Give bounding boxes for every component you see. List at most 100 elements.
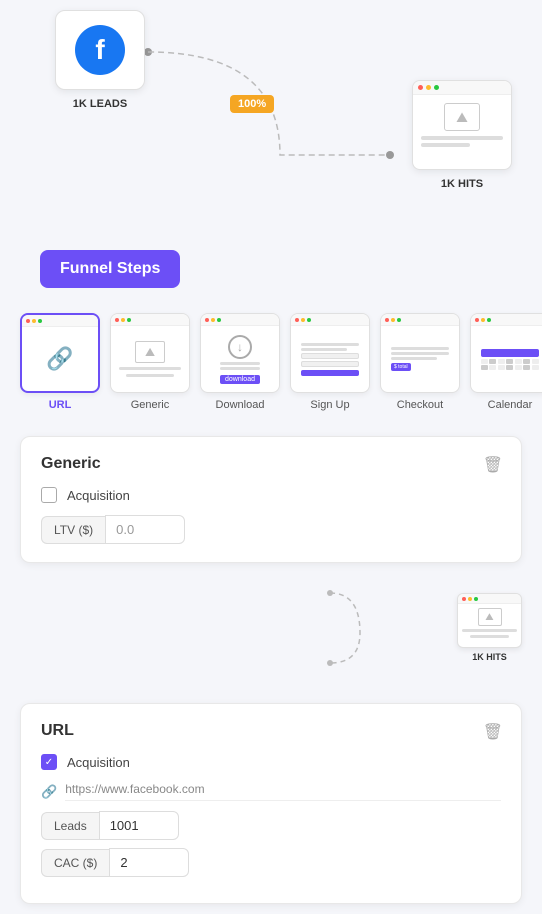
generic-delete-button[interactable]: 🗑 [483,455,503,475]
generic-acquisition-label: Acquisition [67,488,130,503]
step-calendar-card [470,313,542,393]
small-dot-yellow [468,597,472,601]
cal-cell [523,365,530,370]
checkout-content: $ total [386,342,454,376]
leads-input[interactable] [99,811,179,840]
step-dot-red-s [295,318,299,322]
small-browser-body: ⛰ [458,604,521,642]
small-dot-red [462,597,466,601]
co-line1 [391,347,449,350]
signup-field2 [301,361,359,367]
signup-content [296,338,364,381]
step-dot-red-co [385,318,389,322]
step-dot-red-g [115,318,119,322]
browser-body: ⛰ [413,95,511,155]
small-img: ⛰ [478,608,502,626]
hits-browser-node: ⛰ 1K HITS [412,80,512,190]
url-acquisition-checkbox[interactable]: ✓ [41,754,57,770]
download-wrap: ↓ download [220,335,260,384]
cac-input[interactable] [109,848,189,877]
step-signup[interactable]: Sign Up [290,313,370,411]
generic-line2 [126,374,174,377]
cal-cell [489,365,496,370]
generic-ltv-input[interactable] [105,515,185,544]
generic-config-title: Generic [41,455,501,473]
step-titlebar-cal [471,314,542,326]
step-calendar[interactable]: Calendar [470,313,542,411]
step-calendar-body [471,326,542,392]
dot-green [434,85,439,90]
dl-line1 [220,362,260,365]
cal-cell [515,359,522,364]
cal-cell [532,365,539,370]
step-dot-yellow-d [211,318,215,322]
download-btn: download [220,375,260,384]
fb-node-label: 1K LEADS [73,98,127,110]
generic-ltv-label: LTV ($) [41,516,105,544]
step-download[interactable]: ↓ download Download [200,313,280,411]
facebook-icon: f [75,25,125,75]
percent-badge: 100% [230,95,274,113]
dot-red [418,85,423,90]
step-generic-card: ⛰ [110,313,190,393]
cal-cell [498,359,505,364]
step-dot-green-s [307,318,311,322]
step-download-body: ↓ download [201,326,279,392]
dot-yellow [426,85,431,90]
generic-line1 [119,367,180,370]
cal-cell [481,359,488,364]
url-field-row: 🔗 https://www.facebook.com [41,782,501,801]
cal-cell [506,365,513,370]
mid-section: ⛰ 1K HITS [20,573,522,693]
cac-label: CAC ($) [41,849,109,877]
step-url[interactable]: 🔗 URL [20,313,100,411]
step-generic[interactable]: ⛰ Generic [110,313,190,411]
image-placeholder: ⛰ [444,103,480,131]
step-dot-green-co [397,318,401,322]
step-download-card: ↓ download [200,313,280,393]
step-signup-card [290,313,370,393]
step-url-card: 🔗 [20,313,100,393]
small-dot-green [474,597,478,601]
step-dot-green-d [217,318,221,322]
mid-connector-svg [20,573,400,693]
step-url-label: URL [49,399,72,411]
step-calendar-label: Calendar [488,399,533,411]
signup-line2 [301,348,347,351]
signup-submit [301,370,359,376]
cal-cell [481,365,488,370]
step-download-label: Download [216,399,265,411]
cal-cell [506,359,513,364]
step-dot-green [38,319,42,323]
generic-acquisition-checkbox[interactable] [41,487,57,503]
step-titlebar-g [111,314,189,326]
small-text-line2 [470,635,509,638]
url-delete-button[interactable]: 🗑 [483,722,503,742]
co-badge: $ total [391,363,411,371]
cac-row: CAC ($) [41,848,501,877]
step-titlebar-s [291,314,369,326]
generic-ltv-row: LTV ($) [41,515,501,544]
step-url-body: 🔗 [22,327,98,391]
cal-cell [498,365,505,370]
step-signup-body [291,326,369,392]
url-acquisition-label: Acquisition [67,755,130,770]
step-dot-yellow-s [301,318,305,322]
cal-cell [532,359,539,364]
step-titlebar-d [201,314,279,326]
signup-line1 [301,343,359,346]
funnel-steps-header: Funnel Steps [40,250,180,288]
small-hits-node: ⛰ 1K HITS [457,593,522,662]
step-dot-yellow-co [391,318,395,322]
step-dot-yellow [32,319,36,323]
co-line2 [391,352,449,355]
dl-line2 [220,367,260,370]
step-checkout[interactable]: $ total Checkout [380,313,460,411]
generic-config-section: 🗑 Generic Acquisition LTV ($) [20,436,522,563]
generic-img: ⛰ [135,341,165,363]
leads-label: Leads [41,812,99,840]
url-config-title: URL [41,722,501,740]
step-titlebar-co [381,314,459,326]
step-generic-label: Generic [131,399,170,411]
co-line3 [391,357,437,360]
